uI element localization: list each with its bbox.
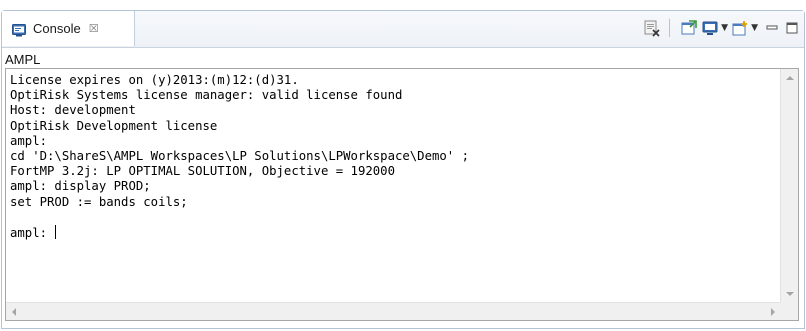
view-title-bar: Console ☒ ▼ ▼ [2,11,804,48]
console-line: OptiRisk Development license [10,118,218,133]
vertical-scrollbar[interactable] [780,69,798,303]
scroll-down-icon[interactable] [786,292,794,296]
close-icon[interactable]: ☒ [89,23,99,34]
display-console-icon[interactable]: ▼ [702,17,728,39]
console-output[interactable]: License expires on (y)2013:(m)12:(d)31. O… [5,68,799,321]
horizontal-scrollbar[interactable] [6,302,781,320]
console-line: FortMP 3.2j: LP OPTIMAL SOLUTION, Object… [10,164,395,179]
tab-console[interactable]: Console ☒ [2,11,135,46]
chevron-down-icon[interactable]: ▼ [751,23,758,33]
console-text[interactable]: License expires on (y)2013:(m)12:(d)31. O… [10,73,776,300]
tab-label: Console [33,21,81,36]
console-name: AMPL [5,52,41,67]
scrollbar-corner [781,303,798,320]
chevron-down-icon[interactable]: ▼ [721,23,728,33]
console-icon [12,22,26,37]
console-line: Host: development [10,103,136,118]
console-line: ampl: display PROD; [10,179,151,194]
scroll-left-icon[interactable] [12,308,16,316]
console-line: ampl: [10,133,48,148]
scroll-right-icon[interactable] [771,308,775,316]
scroll-up-icon[interactable] [786,76,794,80]
view-toolbar: ▼ ▼ [639,15,798,41]
console-line: ampl: [10,225,57,241]
toolbar-separator [669,19,671,37]
pin-console-icon[interactable] [680,17,698,39]
minimize-icon[interactable] [766,17,778,39]
maximize-icon[interactable] [786,17,798,39]
open-console-icon[interactable]: ▼ [732,17,758,39]
clear-console-icon[interactable] [643,17,661,39]
console-view: Console ☒ ▼ ▼ AMPL License expires on (y… [1,10,805,329]
console-line: cd 'D:\ShareS\AMPL Workspaces\LP Solutio… [10,149,470,164]
console-line: OptiRisk Systems license manager: valid … [10,88,403,103]
text-cursor [55,225,57,240]
console-line: License expires on (y)2013:(m)12:(d)31. [10,73,299,87]
console-line: set PROD := bands coils; [10,194,188,209]
